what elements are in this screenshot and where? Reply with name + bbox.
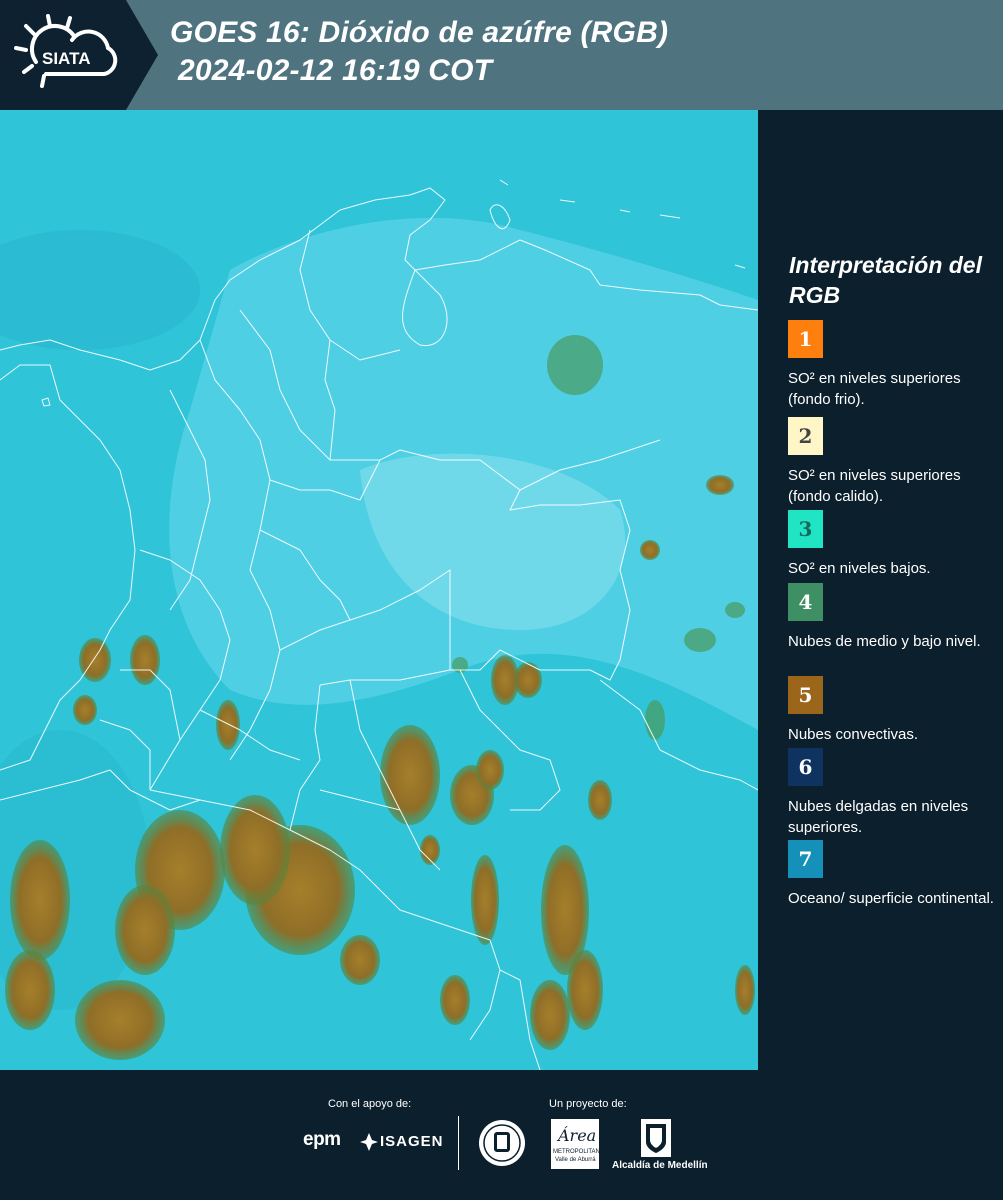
legend-swatch-5: 5 xyxy=(788,676,823,714)
siata-logo: SIATA xyxy=(14,14,118,88)
legend-text-3: SO² en niveles bajos. xyxy=(788,560,931,577)
satellite-map xyxy=(0,110,758,1070)
epm-logo: epm xyxy=(303,1129,341,1150)
legend-text-7: Oceano/ superficie continental. xyxy=(788,890,994,907)
legend-title: Interpretación del RGB xyxy=(789,252,982,308)
page-title: GOES 16: Dióxido de azúfre (RGB) xyxy=(170,16,669,49)
legend-item-6: 6 Nubes delgadas en niveles superiores. xyxy=(788,748,998,838)
legend-item-5: 5 Nubes convectivas. xyxy=(788,676,998,745)
legend-item-4: 4 Nubes de medio y bajo nivel. xyxy=(788,583,998,652)
project-label: Un proyecto de: xyxy=(549,1098,627,1110)
area-logo-sub1: METROPOLITANA xyxy=(553,1149,604,1155)
legend-item-2: 2 SO² en niveles superiores (fondo calid… xyxy=(788,417,998,507)
legend-text-6: Nubes delgadas en niveles superiores. xyxy=(788,798,969,836)
legend-swatch-3: 3 xyxy=(788,510,823,548)
legend-swatch-4: 4 xyxy=(788,583,823,621)
legend-panel: Interpretación del RGB 1 SO² en niveles … xyxy=(758,110,1003,1070)
logo-panel: SIATA xyxy=(0,0,158,110)
legend-swatch-7: 7 xyxy=(788,840,823,878)
legend-text-2: SO² en niveles superiores (fondo calido)… xyxy=(788,467,961,505)
support-label: Con el apoyo de: xyxy=(328,1098,412,1110)
legend-swatch-2: 2 xyxy=(788,417,823,455)
legend-item-7: 7 Oceano/ superficie continental. xyxy=(788,840,998,909)
legend-text-4: Nubes de medio y bajo nivel. xyxy=(788,633,981,650)
legend-text-1: SO² en niveles superiores (fondo frio). xyxy=(788,370,961,408)
medellin-seal-icon xyxy=(479,1120,525,1166)
isagen-icon xyxy=(360,1133,378,1151)
page-timestamp: 2024-02-12 16:19 COT xyxy=(178,54,493,87)
legend-item-1: 1 SO² en niveles superiores (fondo frio)… xyxy=(788,320,998,410)
legend-item-3: 3 SO² en niveles bajos. xyxy=(788,510,998,579)
header-bar: SIATA GOES 16: Dióxido de azúfre (RGB) 2… xyxy=(0,0,1003,110)
footer-bar: Con el apoyo de: Un proyecto de: epm ISA… xyxy=(0,1070,1003,1200)
legend-swatch-1: 1 xyxy=(788,320,823,358)
alcaldia-shield-icon xyxy=(641,1119,671,1157)
area-metropolitana-logo: Área METROPOLITANA Valle de Aburrá xyxy=(550,1118,604,1170)
area-logo-text: Área xyxy=(558,1126,597,1145)
satellite-image xyxy=(0,110,758,1070)
alcaldia-label: Alcaldía de Medellín xyxy=(612,1160,708,1171)
footer-divider xyxy=(458,1116,459,1170)
area-logo-sub2: Valle de Aburrá xyxy=(555,1157,596,1163)
isagen-logo: ISAGEN xyxy=(380,1133,444,1150)
siata-logo-text: SIATA xyxy=(42,49,90,68)
legend-swatch-6: 6 xyxy=(788,748,823,786)
legend-text-5: Nubes convectivas. xyxy=(788,726,919,743)
